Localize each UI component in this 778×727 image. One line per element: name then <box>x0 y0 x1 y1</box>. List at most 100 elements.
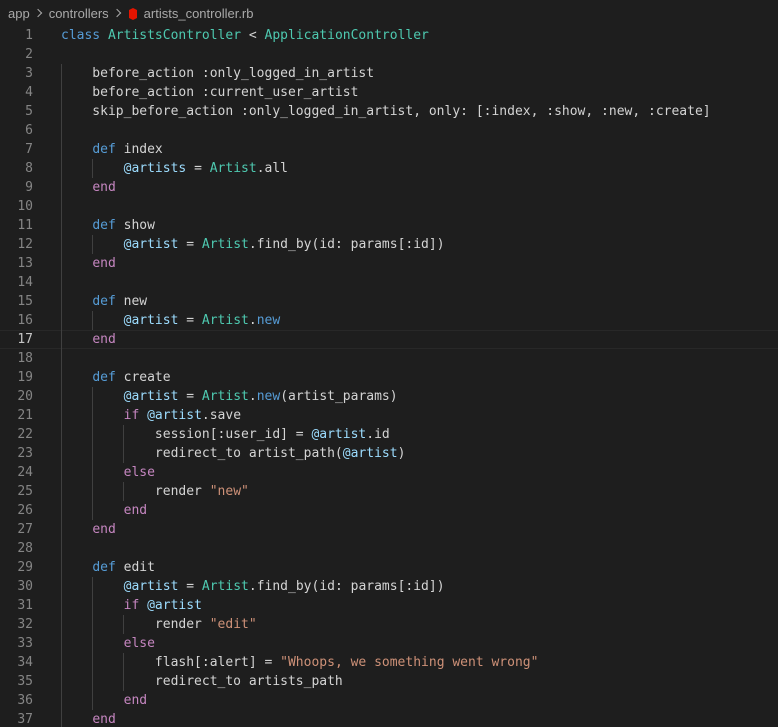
line-number: 32 <box>17 617 33 632</box>
code-text: if @artist <box>123 598 202 613</box>
line-number: 19 <box>17 370 33 385</box>
line-number: 29 <box>17 560 33 575</box>
line-number: 28 <box>17 541 33 556</box>
code-text: @artist = Artist.new <box>123 313 281 328</box>
breadcrumb: app controllers artists_controller.rb <box>0 0 778 26</box>
breadcrumb-item-app[interactable]: app <box>8 6 30 21</box>
code-text: end <box>92 256 116 271</box>
code-line[interactable]: 16 @artist = Artist.new <box>0 311 778 330</box>
code-line[interactable]: 37 end <box>0 710 778 727</box>
line-number: 5 <box>25 104 33 119</box>
line-number: 34 <box>17 655 33 670</box>
code-line[interactable]: 13 end <box>0 254 778 273</box>
line-number: 17 <box>17 332 33 347</box>
code-line[interactable]: 18 <box>0 349 778 368</box>
code-line[interactable]: 3 before_action :only_logged_in_artist <box>0 64 778 83</box>
code-text: end <box>92 712 116 727</box>
code-line[interactable]: 24 else <box>0 463 778 482</box>
code-line[interactable]: 4 before_action :current_user_artist <box>0 83 778 102</box>
breadcrumb-file[interactable]: artists_controller.rb <box>144 6 254 21</box>
code-text: def index <box>92 142 163 157</box>
code-line[interactable]: 31 if @artist <box>0 596 778 615</box>
code-line[interactable]: 21 if @artist.save <box>0 406 778 425</box>
code-text: end <box>123 503 148 518</box>
code-line[interactable]: 8 @artists = Artist.all <box>0 159 778 178</box>
code-line[interactable]: 26 end <box>0 501 778 520</box>
line-number: 2 <box>25 47 33 62</box>
code-text: @artist = Artist.find_by(id: params[:id]… <box>123 579 445 594</box>
code-line[interactable]: 19 def create <box>0 368 778 387</box>
code-text: def create <box>92 370 171 385</box>
code-line[interactable]: 5 skip_before_action :only_logged_in_art… <box>0 102 778 121</box>
code-line[interactable]: 17 end <box>0 330 778 349</box>
line-number: 37 <box>17 712 33 727</box>
code-line[interactable]: 1 class ArtistsController < ApplicationCo… <box>0 26 778 45</box>
chevron-right-icon <box>113 7 122 19</box>
line-number: 1 <box>25 28 33 43</box>
code-text: flash[:alert] = "Whoops, we something we… <box>61 655 539 670</box>
line-number: 12 <box>17 237 33 252</box>
line-number: 25 <box>17 484 33 499</box>
code-text: else <box>123 636 155 651</box>
code-line[interactable]: 14 <box>0 273 778 292</box>
line-number: 18 <box>17 351 33 366</box>
line-number: 14 <box>17 275 33 290</box>
line-number: 4 <box>25 85 33 100</box>
code-text: render "edit" <box>61 617 257 632</box>
code-line[interactable]: 12 @artist = Artist.find_by(id: params[:… <box>0 235 778 254</box>
code-line[interactable]: 11 def show <box>0 216 778 235</box>
code-line[interactable]: 33 else <box>0 634 778 653</box>
code-text: redirect_to artists_path <box>61 674 343 689</box>
code-text: def show <box>92 218 155 233</box>
breadcrumb-item-controllers[interactable]: controllers <box>49 6 109 21</box>
code-line[interactable]: 6 <box>0 121 778 140</box>
code-text: if @artist.save <box>123 408 242 423</box>
code-line[interactable]: 9 end <box>0 178 778 197</box>
indent-guide <box>61 273 62 292</box>
code-text: end <box>123 693 148 708</box>
code-text: skip_before_action :only_logged_in_artis… <box>61 104 711 119</box>
chevron-right-icon <box>34 7 43 19</box>
indent-guide <box>61 197 62 216</box>
code-text: end <box>92 180 116 195</box>
code-line[interactable]: 27 end <box>0 520 778 539</box>
code-line[interactable]: 25 render "new" <box>0 482 778 501</box>
indent-guide <box>61 121 62 140</box>
code-text: class ArtistsController < ApplicationCon… <box>61 28 429 43</box>
line-number: 7 <box>25 142 33 157</box>
code-line[interactable]: 23 redirect_to artist_path(@artist) <box>0 444 778 463</box>
code-line[interactable]: 10 <box>0 197 778 216</box>
code-line[interactable]: 2 <box>0 45 778 64</box>
line-number: 24 <box>17 465 33 480</box>
line-number: 20 <box>17 389 33 404</box>
line-number: 16 <box>17 313 33 328</box>
code-text: @artist = Artist.new(artist_params) <box>123 389 398 404</box>
indent-guide <box>61 349 62 368</box>
code-line[interactable]: 7 def index <box>0 140 778 159</box>
code-line[interactable]: 35 redirect_to artists_path <box>0 672 778 691</box>
code-line[interactable]: 22 session[:user_id] = @artist.id <box>0 425 778 444</box>
line-number: 8 <box>25 161 33 176</box>
code-line[interactable]: 29 def edit <box>0 558 778 577</box>
ruby-icon <box>128 8 137 20</box>
line-number: 30 <box>17 579 33 594</box>
indent-guide <box>61 539 62 558</box>
code-line[interactable]: 15 def new <box>0 292 778 311</box>
code-line[interactable]: 20 @artist = Artist.new(artist_params) <box>0 387 778 406</box>
code-line[interactable]: 36 end <box>0 691 778 710</box>
code-editor[interactable]: 1 class ArtistsController < ApplicationCo… <box>0 26 778 727</box>
code-line[interactable]: 28 <box>0 539 778 558</box>
line-number: 3 <box>25 66 33 81</box>
line-number: 13 <box>17 256 33 271</box>
code-text: before_action :only_logged_in_artist <box>61 66 375 81</box>
code-line[interactable]: 34 flash[:alert] = "Whoops, we something… <box>0 653 778 672</box>
line-number: 10 <box>17 199 33 214</box>
code-text: def edit <box>92 560 155 575</box>
line-number: 15 <box>17 294 33 309</box>
line-number: 23 <box>17 446 33 461</box>
code-line[interactable]: 30 @artist = Artist.find_by(id: params[:… <box>0 577 778 596</box>
line-number: 35 <box>17 674 33 689</box>
code-text: before_action :current_user_artist <box>61 85 359 100</box>
code-line[interactable]: 32 render "edit" <box>0 615 778 634</box>
code-text: end <box>92 522 116 537</box>
